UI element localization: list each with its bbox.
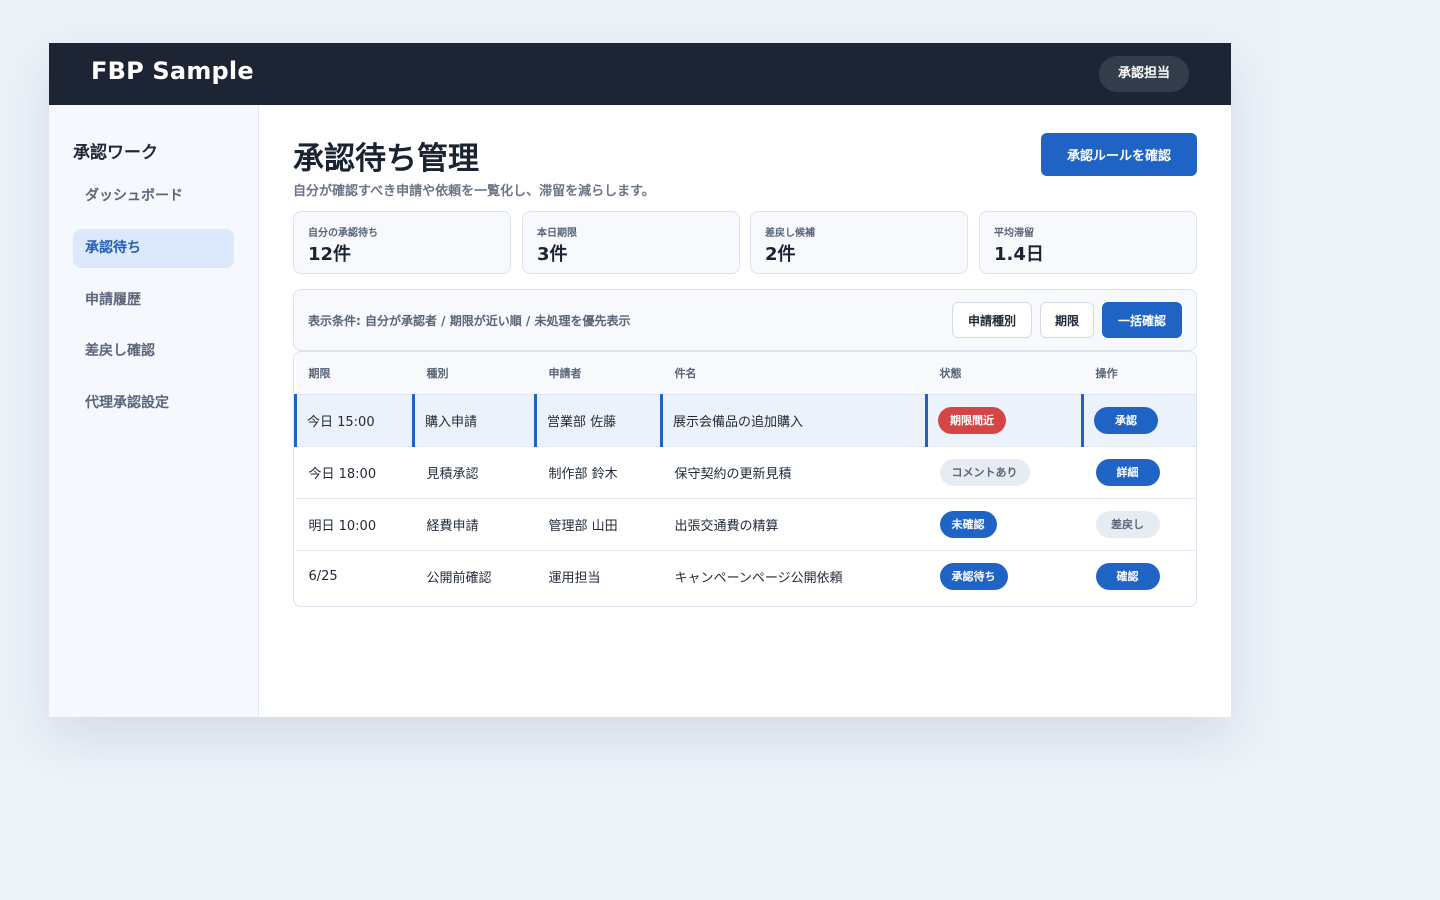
cell-action: 詳細 <box>1082 446 1196 499</box>
stat-label: 本日期限 <box>537 228 577 239</box>
header-applicant[interactable]: 申請者 <box>535 352 662 395</box>
bulk-confirm-button[interactable]: 一括確認 <box>1102 302 1182 338</box>
filter-due-button[interactable]: 期限 <box>1040 302 1094 338</box>
header-due[interactable]: 期限 <box>295 352 414 395</box>
cell-action: 確認 <box>1083 551 1197 603</box>
header-action: 操作 <box>1082 352 1196 395</box>
approve-button[interactable]: 承認 <box>1094 407 1158 434</box>
stat-card-due-today: 本日期限 3件 <box>522 211 740 274</box>
stat-value: 1.4日 <box>994 244 1044 265</box>
sidebar-item-pending[interactable]: 承認待ち <box>73 229 234 268</box>
role-chip[interactable]: 承認担当 <box>1098 56 1189 92</box>
table-row[interactable]: 今日 18:00 見積承認 制作部 鈴木 保守契約の更新見積 コメントあり 詳細 <box>295 446 1196 499</box>
app-window: FBP Sample 承認担当 承認ワーク ダッシュボード 承認待ち 申請履歴 … <box>49 43 1231 717</box>
cell-subject: キャンペーンページ公開依頼 <box>674 571 843 587</box>
header-type[interactable]: 種別 <box>413 352 536 395</box>
cell-action: 差戻し <box>1082 498 1196 551</box>
cell-subject: 保守契約の更新見積 <box>661 446 927 499</box>
page-title: 承認待ち管理 <box>293 141 479 177</box>
cell-subject: 出張交通費の精算 <box>661 498 927 551</box>
cell-due: 今日 15:00 <box>294 394 414 447</box>
sidebar-item-returned[interactable]: 差戻し確認 <box>73 332 234 371</box>
cell-applicant: 運用担当 <box>548 571 601 587</box>
filter-conditions: 表示条件: 自分が承認者 / 期限が近い順 / 未処理を優先表示 <box>308 314 631 328</box>
cell-status: コメントあり <box>926 446 1083 499</box>
status-badge: 承認待ち <box>939 563 1008 591</box>
page-subtitle: 自分が確認すべき申請や依頼を一覧化し、滞留を減らします。 <box>293 184 655 199</box>
stat-card-return-candidates: 差戻し候補 2件 <box>750 211 968 274</box>
status-badge: コメントあり <box>939 459 1030 486</box>
cell-due: 今日 18:00 <box>295 446 414 499</box>
table-header-row: 期限 種別 申請者 件名 状態 操作 <box>295 352 1196 395</box>
cell-subject: 展示会備品の追加購入 <box>660 394 927 447</box>
stat-label: 平均滞留 <box>994 228 1034 239</box>
cell-action: 承認 <box>1081 394 1196 447</box>
stat-value: 3件 <box>537 244 568 265</box>
stat-label: 差戻し候補 <box>765 228 815 239</box>
stat-card-my-pending: 自分の承認待ち 12件 <box>293 211 511 274</box>
stat-value: 2件 <box>765 244 796 265</box>
table-row[interactable]: 6/25 公開前確認 運用担当 キャンペーンページ公開依頼 承認待ち 確認 <box>296 551 1197 603</box>
sidebar-item-dashboard[interactable]: ダッシュボード <box>73 177 234 216</box>
approval-table: 期限 種別 申請者 件名 状態 操作 今日 15:00 購入申請 営業部 佐藤 … <box>293 351 1197 607</box>
sidebar: 承認ワーク ダッシュボード 承認待ち 申請履歴 差戻し確認 代理承認設定 <box>49 105 259 717</box>
confirm-button[interactable]: 確認 <box>1095 563 1160 591</box>
status-badge: 期限間近 <box>938 407 1006 434</box>
cell-status: 承認待ち <box>927 551 1083 603</box>
cell-applicant: 管理部 山田 <box>535 498 662 551</box>
stat-card-avg-stay: 平均滞留 1.4日 <box>979 211 1197 274</box>
details-button[interactable]: 詳細 <box>1095 459 1160 486</box>
main-content: 承認待ち管理 自分が確認すべき申請や依頼を一覧化し、滞留を減らします。 承認ルー… <box>259 105 1231 717</box>
cell-status: 期限間近 <box>925 394 1083 447</box>
cell-status: 未確認 <box>926 498 1083 551</box>
filter-bar: 表示条件: 自分が承認者 / 期限が近い順 / 未処理を優先表示 申請種別 期限… <box>293 289 1197 351</box>
cell-applicant: 制作部 鈴木 <box>535 446 662 499</box>
header-status[interactable]: 状態 <box>926 352 1083 395</box>
cell-due: 明日 10:00 <box>295 498 414 551</box>
cell-type: 購入申請 <box>412 394 536 447</box>
cell-type: 見積承認 <box>413 446 536 499</box>
sidebar-item-history[interactable]: 申請履歴 <box>73 281 234 320</box>
cell-type: 経費申請 <box>413 498 536 551</box>
header-subject[interactable]: 件名 <box>661 352 927 395</box>
brand-logo: FBP Sample <box>91 57 254 85</box>
sidebar-item-proxy-settings[interactable]: 代理承認設定 <box>73 384 234 423</box>
table-row[interactable]: 今日 15:00 購入申請 営業部 佐藤 展示会備品の追加購入 期限間近 承認 <box>294 394 1196 447</box>
topbar: FBP Sample 承認担当 <box>49 43 1231 105</box>
cell-applicant: 営業部 佐藤 <box>534 394 662 447</box>
cell-due: 6/25 <box>308 569 338 585</box>
status-badge: 未確認 <box>939 511 997 538</box>
return-button[interactable]: 差戻し <box>1095 511 1160 538</box>
stat-value: 12件 <box>308 244 352 265</box>
sidebar-title: 承認ワーク <box>73 143 158 163</box>
approval-rules-button[interactable]: 承認ルールを確認 <box>1041 133 1197 176</box>
table-row[interactable]: 明日 10:00 経費申請 管理部 山田 出張交通費の精算 未確認 差戻し <box>295 498 1196 551</box>
filter-type-button[interactable]: 申請種別 <box>952 302 1032 338</box>
cell-type: 公開前確認 <box>426 571 492 587</box>
stat-label: 自分の承認待ち <box>308 228 378 239</box>
